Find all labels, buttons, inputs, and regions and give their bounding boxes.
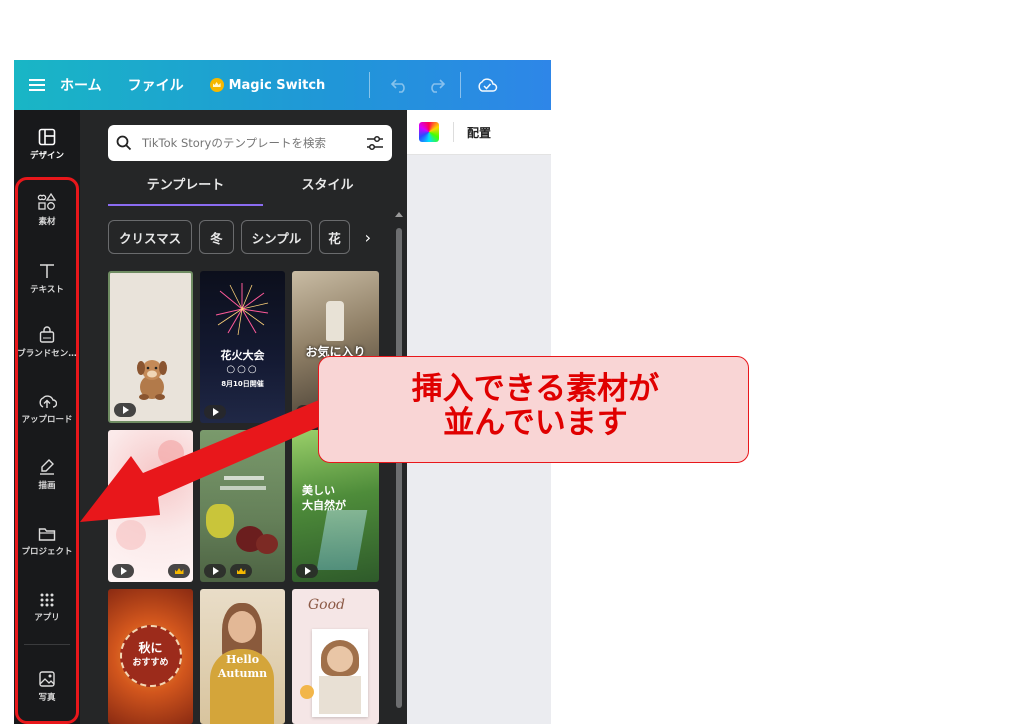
annotation-text: 挿入できる素材が 並んでいます [322,372,749,440]
annotation-line-2: 並んでいます [443,405,628,441]
annotation-line-1: 挿入できる素材が [411,371,660,407]
